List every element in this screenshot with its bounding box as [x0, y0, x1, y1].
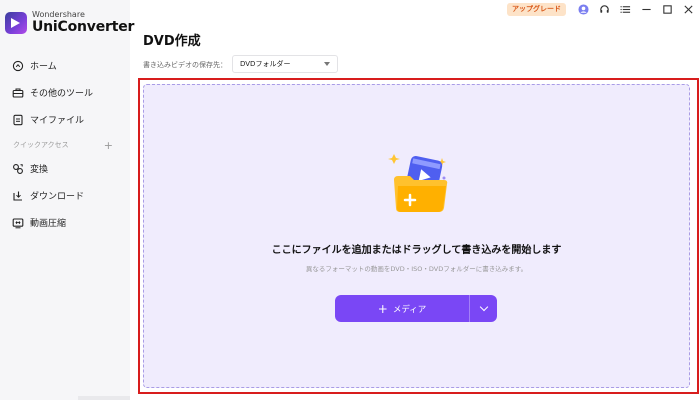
sidebar-item-label: マイファイル	[30, 116, 85, 126]
compress-icon	[12, 217, 24, 228]
sidebar-item-other-tools[interactable]: その他のツール	[0, 79, 130, 106]
drop-zone-title: ここにファイルを追加またはドラッグして書き込みを開始します	[271, 245, 562, 256]
maximize-button[interactable]	[658, 0, 676, 18]
toolbox-icon	[12, 88, 24, 98]
add-video-folder-icon	[388, 154, 448, 212]
product-name: UniConverter	[32, 19, 135, 35]
file-icon	[13, 114, 23, 125]
sidebar-item-convert[interactable]: 変換	[0, 155, 130, 182]
add-media-button-group: + メディア	[335, 295, 497, 322]
save-destination-select[interactable]: DVDフォルダー	[232, 55, 338, 73]
sidebar-item-video-compress[interactable]: 動画圧縮	[0, 209, 130, 236]
sidebar-item-label: 動画圧縮	[30, 219, 67, 229]
menu-button[interactable]	[616, 0, 634, 18]
upgrade-button[interactable]: アップグレード	[507, 2, 566, 16]
sidebar-item-home[interactable]: ホーム	[0, 52, 130, 79]
sidebar-nav: ホーム その他のツール マイファイル クイックアクセス + 変換 ダウンロード …	[0, 52, 130, 236]
minimize-button[interactable]	[637, 0, 655, 18]
add-media-button[interactable]: + メディア	[335, 295, 469, 322]
quick-access-add-button[interactable]: +	[104, 139, 113, 152]
plus-icon: +	[377, 301, 388, 316]
chevron-down-icon	[479, 302, 488, 312]
sidebar: Wondershare UniConverter ホーム その他のツール マイフ…	[0, 0, 134, 400]
sidebar-item-download[interactable]: ダウンロード	[0, 182, 130, 209]
home-icon	[12, 60, 24, 71]
convert-icon	[13, 163, 23, 174]
save-destination-label: 書き込みビデオの保存先：	[143, 61, 227, 69]
account-button[interactable]	[574, 0, 592, 18]
quick-access-header: クイックアクセス +	[0, 135, 130, 155]
support-button[interactable]	[595, 0, 613, 18]
page-title: DVD作成	[143, 34, 201, 49]
brand-name: Wondershare	[32, 10, 85, 19]
sidebar-item-label: ダウンロード	[30, 192, 85, 202]
file-drop-zone[interactable]	[143, 84, 690, 388]
minimize-icon	[641, 8, 651, 10]
title-bar: アップグレード	[507, 0, 700, 18]
sidebar-item-my-files[interactable]: マイファイル	[0, 106, 130, 133]
add-media-label: メディア	[392, 304, 427, 315]
sidebar-item-label: ホーム	[30, 62, 57, 72]
avatar-icon	[577, 3, 589, 15]
caret-down-icon	[324, 62, 330, 66]
sidebar-footer-strip	[78, 396, 130, 400]
headset-icon	[599, 4, 609, 13]
maximize-icon	[662, 4, 672, 14]
sidebar-item-label: その他のツール	[30, 89, 94, 99]
uniconverter-logo-icon	[5, 11, 27, 34]
quick-access-label: クイックアクセス	[13, 141, 69, 149]
add-media-dropdown-button[interactable]	[470, 295, 497, 322]
menu-icon	[619, 5, 630, 13]
app-logo: Wondershare UniConverter	[5, 11, 134, 34]
close-icon	[683, 4, 693, 14]
close-button[interactable]	[679, 0, 697, 18]
save-destination-value: DVDフォルダー	[240, 60, 291, 68]
sidebar-item-label: 変換	[30, 165, 49, 175]
download-icon	[13, 191, 22, 201]
drop-zone-subtitle: 異なるフォーマットの動画をDVD・ISO・DVDフォルダーに書き込みます。	[305, 265, 528, 273]
